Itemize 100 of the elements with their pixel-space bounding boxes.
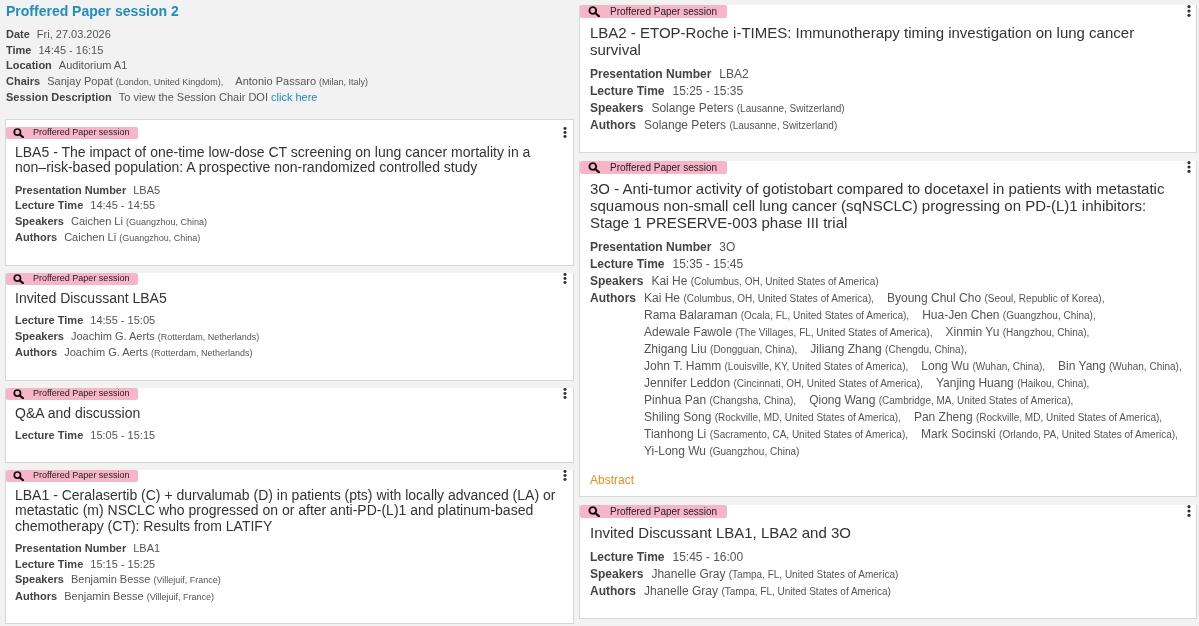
field-label: Speakers: [15, 328, 64, 344]
session-type-tag[interactable]: Proffered Paper session: [580, 5, 728, 18]
field-value: 14:45 - 16:15: [38, 42, 104, 58]
field-label: Speakers: [590, 100, 644, 117]
field-label: Speakers: [15, 572, 64, 587]
person-entry: Jennifer Leddon (Cincinnati, OH, United States of America),: [644, 375, 923, 392]
person-entry: Adewale Fawole (The Villages, FL, United States of America),: [644, 324, 933, 341]
session-description-text: To view the Session Chair DOI click here: [118, 90, 318, 105]
field-label: Lecture Time: [590, 256, 665, 273]
session-type-tag[interactable]: Proffered Paper session: [6, 469, 139, 482]
field-label: Presentation Number: [590, 66, 712, 83]
presentation-title: LBA2 - ETOP-Roche i-TIMES: Immunotherapy timing investigation on lung cancer survival: [590, 24, 1136, 58]
person-entry: Tianhong Li (Sacramento, CA, United States of America),: [644, 426, 909, 443]
field-label: Date: [6, 27, 30, 42]
field-label: Speakers: [590, 273, 644, 290]
field-value: 3O: [719, 239, 736, 256]
presentation-title: Q&A and discussion: [15, 405, 142, 421]
field-label: Lecture Time: [15, 198, 84, 213]
session-type-tag[interactable]: Proffered Paper session: [6, 387, 139, 400]
person-entry: Mark Socinski (Orlando, PA, United States of America),: [921, 426, 1178, 443]
presentation-title: LBA5 - The impact of one-time low-dose CT screening on lung cancer mortality in a non–risk-based population: A prospective non-randomized controlled study: [15, 144, 532, 176]
more-options-icon[interactable]: [563, 272, 567, 284]
field-label: Lecture Time: [15, 428, 84, 443]
person-entry: Pan Zheng (Rockville, MD, United States of America),: [913, 409, 1163, 426]
field-label: Authors: [590, 583, 636, 600]
person-entry: Sanjay Popat (London, United Kingdom),: [47, 73, 224, 89]
more-options-icon[interactable]: [563, 126, 567, 138]
field-label: Authors: [590, 290, 636, 307]
person-entry: Shiling Song (Rockville, MD, United States of America),: [644, 409, 901, 426]
search-icon: [13, 127, 24, 138]
field-label: Time: [6, 42, 32, 58]
person-entry: Hua-Jen Chen (Guangzhou, China),: [922, 307, 1096, 324]
field-value: 15:35 - 15:45: [672, 256, 744, 273]
field-label: Session Description: [6, 90, 112, 105]
person-entry: Jiliang Zhang (Chengdu, China),: [810, 341, 967, 358]
session-type-tag[interactable]: Proffered Paper session: [580, 161, 728, 174]
session-type-tag[interactable]: Proffered Paper session: [6, 126, 139, 139]
presentation-title: Invited Discussant LBA5: [15, 290, 168, 306]
person-entry: Kai He (Columbus, OH, United States of America),: [644, 290, 874, 307]
person-entry: Yanjing Huang (Haikou, China),: [935, 375, 1090, 392]
field-value: 14:55 - 15:05: [90, 313, 156, 328]
field-label: Authors: [590, 117, 636, 134]
more-options-icon[interactable]: [563, 387, 567, 399]
person-entry: Bin Yang (Wuhan, China),: [1058, 358, 1182, 375]
search-icon: [13, 273, 24, 284]
person-entry: Solange Peters (Lausanne, Switzerland): [644, 117, 838, 134]
field-value: LBA5: [133, 182, 161, 198]
field-value: LBA2: [719, 66, 749, 83]
person-entry: Yi-Long Wu (Guangzhou, China): [644, 443, 800, 460]
session-title: Proffered Paper session 2: [6, 2, 180, 20]
person-entry: Pinhua Pan (Changsha, China),: [644, 392, 797, 409]
field-label: Location: [6, 58, 52, 73]
field-label: Authors: [15, 588, 58, 604]
person-entry: Joachim G. Aerts (Rotterdam, Netherlands): [64, 345, 253, 360]
field-label: Speakers: [15, 213, 64, 229]
person-entry: Qiong Wang (Cambridge, MA, United States of America),: [809, 392, 1074, 409]
field-label: Authors: [15, 345, 58, 360]
presentation-title: 3O - Anti-tumor activity of gotistobart compared to docetaxel in patients with metastatic squamous non-small cell lung cancer (sqNSCLC) progressing on PD-(L)1 inhibitors: Stage 1 PRESERVE-003 phase III trial: [590, 180, 1166, 231]
field-value: 15:05 - 15:15: [90, 428, 156, 443]
search-icon: [13, 470, 24, 481]
presentation-title: Invited Discussant LBA1, LBA2 and 3O: [590, 524, 852, 541]
presentation-title: LBA1 - Ceralasertib (C) + durvalumab (D) in patients (pts) with locally advanced (LA) or metastatic (m) NSCLC who progressed on or after anti-PD-(L)1 and platinum-based chemotherapy (CT): Results from LATIFY: [15, 487, 557, 534]
person-entry: Zhigang Liu (Dongguan, China),: [644, 341, 798, 358]
field-value: 15:45 - 16:00: [672, 549, 744, 566]
field-label: Presentation Number: [15, 541, 127, 556]
person-entry: Jhanelle Gray (Tampa, FL, United States of America): [651, 566, 899, 583]
field-label: Lecture Time: [590, 83, 665, 100]
more-options-icon[interactable]: [1187, 505, 1191, 517]
field-value: 15:15 - 15:25: [90, 556, 156, 572]
person-entry: Benjamin Besse (Villejuif, France): [70, 572, 221, 587]
person-entry: Xinmin Yu (Hangzhou, China),: [945, 324, 1090, 341]
search-icon: [588, 6, 600, 17]
session-type-tag[interactable]: Proffered Paper session: [6, 272, 139, 285]
field-value: LBA1: [133, 541, 161, 556]
more-options-icon[interactable]: [1187, 161, 1191, 173]
search-icon: [13, 388, 24, 399]
person-entry: Long Wu (Wuhan, China),: [921, 358, 1046, 375]
field-label: Speakers: [590, 566, 644, 583]
field-label: Presentation Number: [590, 239, 712, 256]
field-label: Lecture Time: [15, 313, 84, 328]
person-entry: Kai He (Columbus, OH, United States of America): [651, 273, 879, 290]
person-entry: Joachim G. Aerts (Rotterdam, Netherlands): [70, 328, 260, 344]
search-icon: [588, 162, 600, 173]
person-entry: Solange Peters (Lausanne, Switzerland): [651, 100, 845, 117]
field-label: Lecture Time: [15, 556, 84, 572]
field-value: 15:25 - 15:35: [672, 83, 744, 100]
field-value: 14:45 - 14:55: [90, 198, 156, 213]
person-entry: Antonio Passaro (Milan, Italy): [235, 73, 369, 89]
more-options-icon[interactable]: [1187, 5, 1191, 17]
field-label: Authors: [15, 230, 58, 245]
person-entry: Rama Balaraman (Ocala, FL, United States of America),: [644, 307, 910, 324]
more-options-icon[interactable]: [563, 469, 567, 481]
session-type-tag[interactable]: Proffered Paper session: [580, 505, 728, 518]
field-label: Presentation Number: [15, 182, 127, 198]
person-entry: Caichen Li (Guangzhou, China): [70, 213, 208, 229]
search-icon: [588, 506, 600, 517]
field-label: Lecture Time: [590, 549, 665, 566]
text-link[interactable]: click here: [271, 91, 318, 103]
field-value: Fri, 27.03.2026: [36, 27, 111, 42]
field-label: Chairs: [6, 73, 41, 89]
